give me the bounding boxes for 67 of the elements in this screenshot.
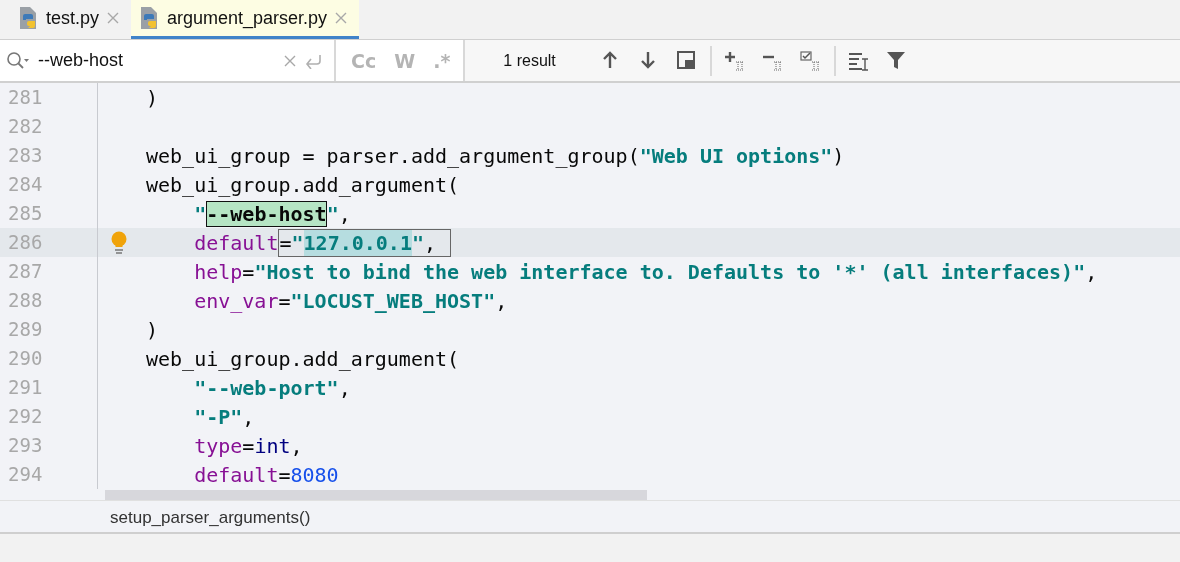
keyword-argument: help xyxy=(193,258,243,285)
code-text: , xyxy=(338,200,351,227)
square-icon[interactable] xyxy=(675,49,698,72)
add-selection-icon[interactable] xyxy=(723,49,746,72)
string-literal: " xyxy=(193,200,207,227)
code-text: web_ui_group.add_argument( xyxy=(146,345,460,372)
line-number: 288 xyxy=(0,286,98,315)
editor-tab[interactable]: argument_parser.py xyxy=(131,0,360,39)
python-file-icon xyxy=(139,6,160,30)
selection-highlight: 127.0.0.1 xyxy=(303,229,412,256)
string-literal: "-P" xyxy=(193,403,243,430)
horizontal-scrollbar-thumb[interactable] xyxy=(105,490,647,500)
code-text: , xyxy=(338,374,351,401)
builtin-type: int xyxy=(254,432,291,459)
tab-label: argument_parser.py xyxy=(167,7,328,29)
code-text: ) xyxy=(832,142,845,169)
result-count: 1 result xyxy=(503,51,556,70)
code-text: = xyxy=(278,287,291,314)
string-literal: "LOCUST_WEB_HOST" xyxy=(290,287,496,314)
string-literal: " xyxy=(411,229,424,256)
keyword-argument: env_var xyxy=(193,287,279,314)
select-all-icon[interactable] xyxy=(799,49,822,72)
line-number: 290 xyxy=(0,344,98,373)
keyword-argument: default xyxy=(193,461,279,488)
line-number: 282 xyxy=(0,112,98,141)
keyword-argument: default xyxy=(193,229,279,256)
tab-label: test.py xyxy=(46,7,100,29)
line-number: 281 xyxy=(0,83,98,112)
line-number: 287 xyxy=(0,257,98,286)
line-number: 283 xyxy=(0,141,98,170)
line-number: 289 xyxy=(0,315,98,344)
code-text: web_ui_group = parser.add_argument_group( xyxy=(146,142,640,169)
python-file-icon xyxy=(18,6,38,30)
string-literal: " xyxy=(291,229,304,256)
line-number: 284 xyxy=(0,170,98,199)
string-literal: "--web-port" xyxy=(193,374,339,401)
string-literal: "Host to bind the web interface to. Defaults to '*' (all interfaces)" xyxy=(254,258,1086,285)
search-icon[interactable] xyxy=(6,50,30,71)
search-match-highlight: --web-host xyxy=(206,200,327,227)
code-text: , xyxy=(242,403,255,430)
code-text: , xyxy=(290,432,303,459)
close-icon[interactable] xyxy=(284,54,296,67)
string-literal: "Web UI options" xyxy=(639,142,833,169)
code-text: = xyxy=(278,461,291,488)
editor-tab[interactable]: test.py xyxy=(10,0,132,39)
string-literal: " xyxy=(326,200,339,227)
line-number: 293 xyxy=(0,431,98,460)
number-literal: 8080 xyxy=(290,461,339,488)
keyword-argument: type xyxy=(193,432,243,459)
code-text: , xyxy=(1085,258,1098,285)
search-field[interactable]: --web-host xyxy=(0,40,336,81)
line-number: 292 xyxy=(0,402,98,431)
code-text: , xyxy=(495,287,508,314)
code-text: = xyxy=(279,229,292,256)
filter-icon[interactable] xyxy=(885,49,908,72)
code-text: ) xyxy=(146,84,159,111)
code-text: web_ui_group.add_argument( xyxy=(146,171,460,198)
code-text: ) xyxy=(146,316,159,343)
line-number: 291 xyxy=(0,373,98,402)
line-number: 294 xyxy=(0,460,98,489)
code-text: , xyxy=(423,229,436,256)
code-text: = xyxy=(242,432,255,459)
line-number: 286 xyxy=(0,228,98,257)
code-text: = xyxy=(242,258,255,285)
close-icon[interactable] xyxy=(335,12,348,24)
breadcrumb[interactable]: setup_parser_arguments() xyxy=(110,501,311,534)
lightbulb-icon[interactable] xyxy=(110,230,128,255)
